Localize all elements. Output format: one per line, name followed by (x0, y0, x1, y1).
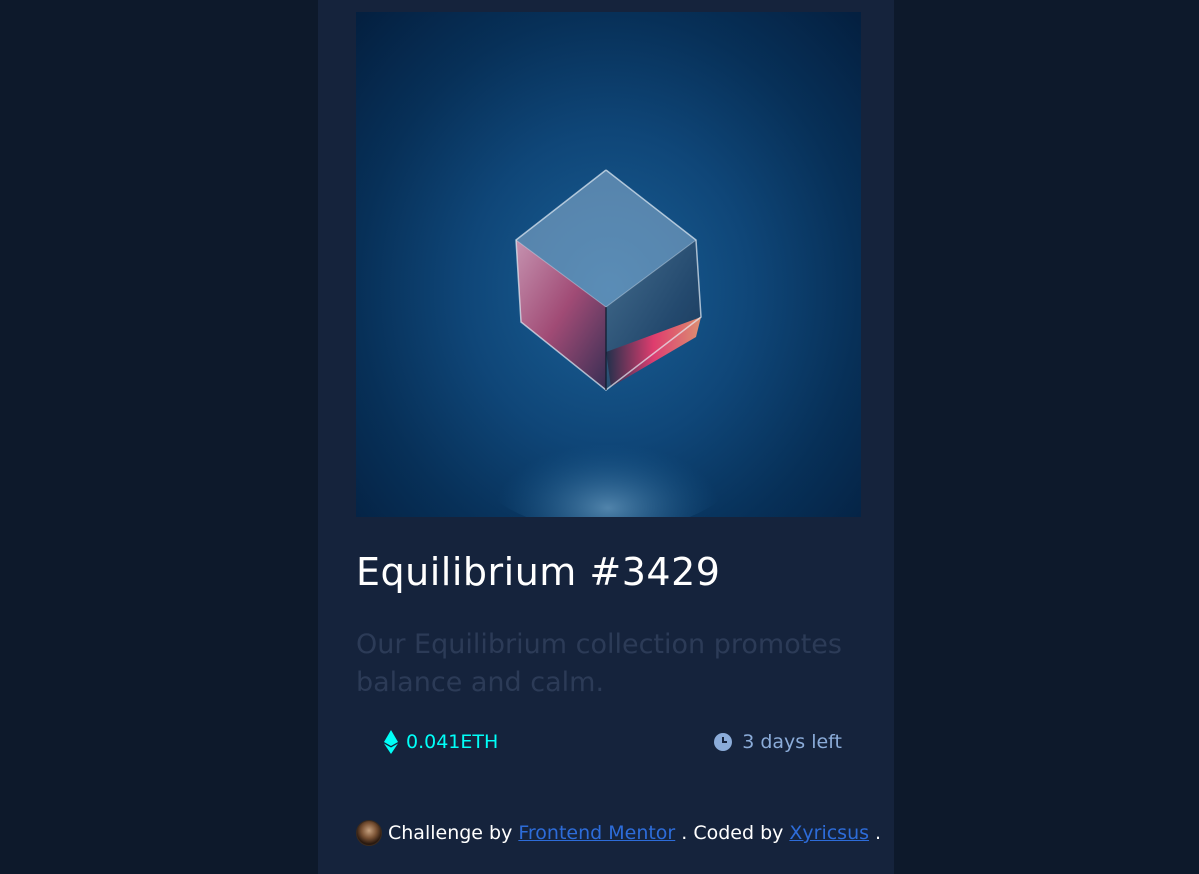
attribution-prefix: Challenge by (388, 822, 513, 844)
ethereum-icon (384, 730, 398, 754)
card-description: Our Equilibrium collection promotes bala… (356, 629, 842, 698)
attribution-middle: . Coded by (681, 822, 784, 844)
author-link[interactable]: Xyricsus (789, 822, 869, 844)
author-avatar (356, 820, 382, 846)
card-title[interactable]: Equilibrium #3429 (356, 550, 720, 594)
price-value: 0.041ETH (406, 731, 499, 753)
time-left-text: 3 days left (742, 731, 842, 753)
equilibrium-image[interactable] (356, 12, 861, 517)
attribution-suffix: . (875, 822, 882, 844)
nft-card: Equilibrium #3429 Our Equilibrium collec… (318, 0, 894, 874)
time-info: 3 days left (714, 726, 842, 758)
attribution-footer: Challenge by Frontend Mentor . Coded by X… (356, 820, 881, 846)
clock-icon (714, 733, 733, 751)
frontend-mentor-link[interactable]: Frontend Mentor (518, 822, 675, 844)
price-info: 0.041ETH (384, 726, 498, 758)
